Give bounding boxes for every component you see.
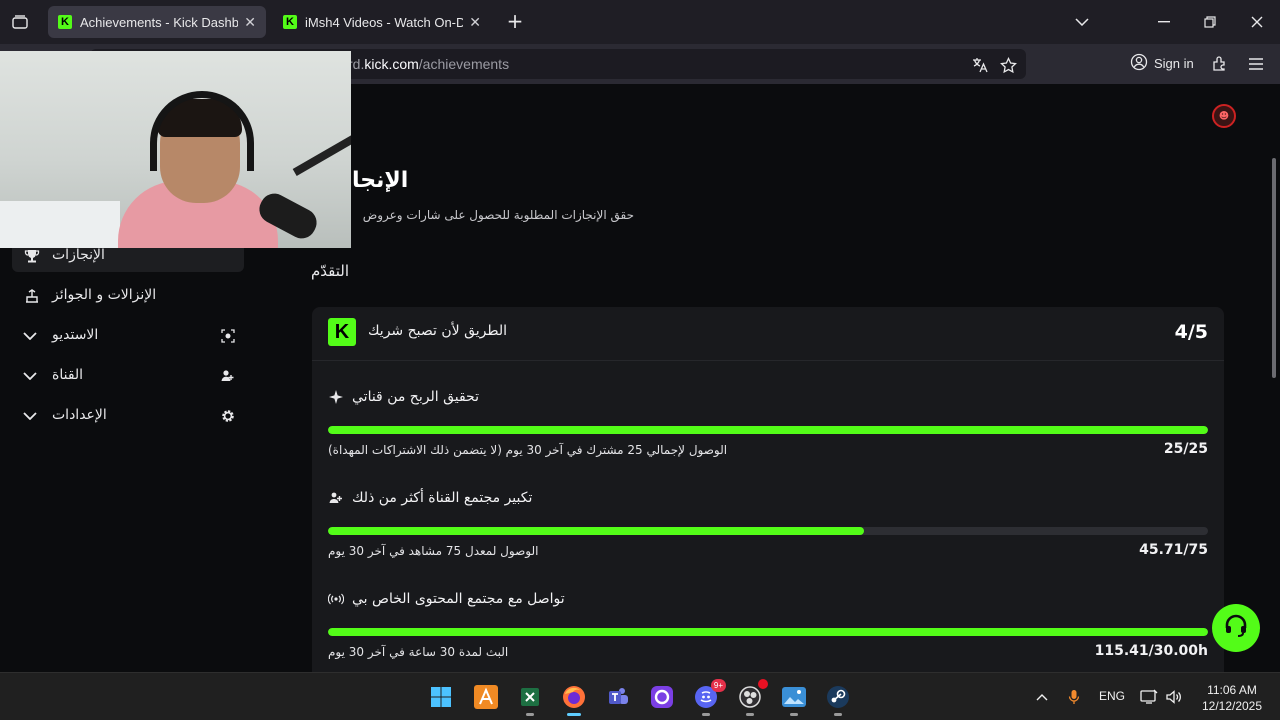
clock-time: 11:06 AM <box>1207 683 1257 697</box>
close-window-button[interactable] <box>1243 8 1271 36</box>
goal-progress-bar <box>328 527 1208 535</box>
sidebar-item-drops-rewards[interactable]: الإنزالات و الجوائز <box>12 280 244 312</box>
discord-icon[interactable]: 9+ <box>690 679 726 716</box>
card-progress-count: 4/5 <box>1174 321 1208 343</box>
page-subtitle: حقق الإنجازات المطلوبة للحصول على شارات … <box>362 208 634 222</box>
close-tab-icon[interactable]: ✕ <box>469 14 481 31</box>
sidebar-item-studio[interactable]: الاستديو <box>12 320 244 352</box>
goal-value: 115.41/30.00h <box>1094 643 1208 659</box>
tab-title: iMsh4 Videos - Watch On-Dema <box>305 14 464 30</box>
language-indicator[interactable]: ENG <box>1099 689 1125 703</box>
page-title: الإنجا <box>352 168 409 193</box>
page-scrollbar[interactable] <box>1272 158 1276 378</box>
microphone-icon[interactable] <box>1064 687 1084 707</box>
windows-taskbar: 9+ ENG 11:06 AM 12/12/2025 <box>0 672 1280 720</box>
sign-in-label: Sign in <box>1154 56 1194 71</box>
show-hidden-icons-icon[interactable] <box>1032 687 1052 707</box>
chevron-down-icon <box>20 366 40 386</box>
user-avatar[interactable]: ☻ <box>1212 104 1236 128</box>
app-circle-icon[interactable] <box>646 681 678 713</box>
sidebar-item-label: القناة <box>52 367 84 383</box>
sidebar-item-label: الإنزالات و الجوائز <box>52 287 157 303</box>
goal-description: الوصول لمعدل 75 مشاهد في آخر 30 يوم <box>328 544 539 558</box>
goal-progress-bar <box>328 426 1208 434</box>
sidebar-item-label: الاستديو <box>52 327 99 343</box>
gift-icon <box>22 286 42 306</box>
webcam-overlay <box>0 51 351 248</box>
goal-description: البث لمدة 30 ساعة في آخر 30 يوم <box>328 645 509 659</box>
sidebar-item-label: الإعدادات <box>52 407 107 423</box>
firefox-icon[interactable] <box>558 681 590 716</box>
tab-imsh4-videos[interactable]: K iMsh4 Videos - Watch On-Dema ✕ <box>273 6 491 38</box>
translate-icon[interactable] <box>970 55 990 75</box>
gear-icon <box>218 406 238 426</box>
goal-title: تحقيق الربح من قناتي <box>352 389 479 405</box>
recording-dot <box>758 679 768 689</box>
partner-path-card: K الطريق لأن تصبح شريك 4/5 تحقيق الربح م… <box>312 307 1224 672</box>
sign-in-button[interactable]: Sign in <box>1130 53 1194 74</box>
steam-icon[interactable] <box>822 681 854 716</box>
chevron-down-icon <box>20 406 40 426</box>
close-tab-icon[interactable]: ✕ <box>244 14 256 31</box>
new-tab-button[interactable]: + <box>503 10 527 34</box>
goal-progress-bar <box>328 628 1208 636</box>
goal-progress-fill <box>328 628 1208 636</box>
obs-icon[interactable] <box>734 679 768 716</box>
channel-users-icon <box>218 366 238 386</box>
headset-icon <box>1223 613 1249 643</box>
goal-progress-fill <box>328 426 1208 434</box>
kick-favicon-icon: K <box>58 15 72 29</box>
chevron-down-icon <box>20 326 40 346</box>
kick-logo-icon: K <box>328 318 356 346</box>
goal-value: 45.71/75 <box>1139 542 1208 558</box>
trophy-icon <box>22 246 42 266</box>
clock-date: 12/12/2025 <box>1201 699 1263 713</box>
minimize-button[interactable] <box>1150 8 1178 36</box>
goal-description: الوصول لإجمالي 25 مشترك في آخر 30 يوم (ل… <box>328 443 728 457</box>
card-title: الطريق لأن تصبح شريك <box>368 323 508 339</box>
studio-icon <box>218 326 238 346</box>
discord-badge: 9+ <box>710 679 726 692</box>
goal-value: 25/25 <box>1163 441 1208 457</box>
broadcast-icon <box>328 591 344 607</box>
teams-icon[interactable] <box>602 681 634 713</box>
extensions-icon[interactable] <box>1209 53 1231 75</box>
tab-achievements[interactable]: K Achievements - Kick Dashboard ✕ <box>48 6 266 38</box>
network-icon[interactable] <box>1139 687 1159 707</box>
restore-button[interactable] <box>1196 8 1224 36</box>
tab-list-icon[interactable] <box>8 10 32 34</box>
goal-progress-fill <box>328 527 865 535</box>
excel-icon[interactable] <box>514 681 546 716</box>
url-text: rd.kick.com/achievements <box>348 56 510 72</box>
goal-title: تكبير مجتمع القناة أكثر من ذلك <box>352 490 533 506</box>
bookmark-star-icon[interactable] <box>998 55 1018 75</box>
support-chat-button[interactable] <box>1212 604 1260 652</box>
sparkle-icon <box>328 389 344 405</box>
browser-tab-bar: K Achievements - Kick Dashboard ✕ K iMsh… <box>0 0 1280 44</box>
card-header: K الطريق لأن تصبح شريك 4/5 <box>312 307 1224 361</box>
tab-title: Achievements - Kick Dashboard <box>80 14 239 30</box>
tab-overflow-chevron-icon[interactable] <box>1068 8 1096 36</box>
photos-icon[interactable] <box>778 681 810 716</box>
windows-start-icon[interactable] <box>425 681 457 713</box>
menu-icon[interactable] <box>1245 53 1267 75</box>
community-icon <box>328 490 344 506</box>
progress-heading: التقدّم <box>311 262 350 280</box>
goal-title: تواصل مع مجتمع المحتوى الخاص بي <box>352 591 565 607</box>
sidebar-item-label: الإنجازات <box>52 247 105 263</box>
sidebar-item-channel[interactable]: القناة <box>12 360 244 392</box>
sidebar-item-settings[interactable]: الإعدادات <box>12 400 244 432</box>
volume-icon[interactable] <box>1164 687 1184 707</box>
kick-favicon-icon: K <box>283 15 297 29</box>
taskbar-clock[interactable]: 11:06 AM 12/12/2025 <box>1196 682 1268 714</box>
app-a-icon[interactable] <box>470 681 502 713</box>
account-icon <box>1130 53 1148 74</box>
